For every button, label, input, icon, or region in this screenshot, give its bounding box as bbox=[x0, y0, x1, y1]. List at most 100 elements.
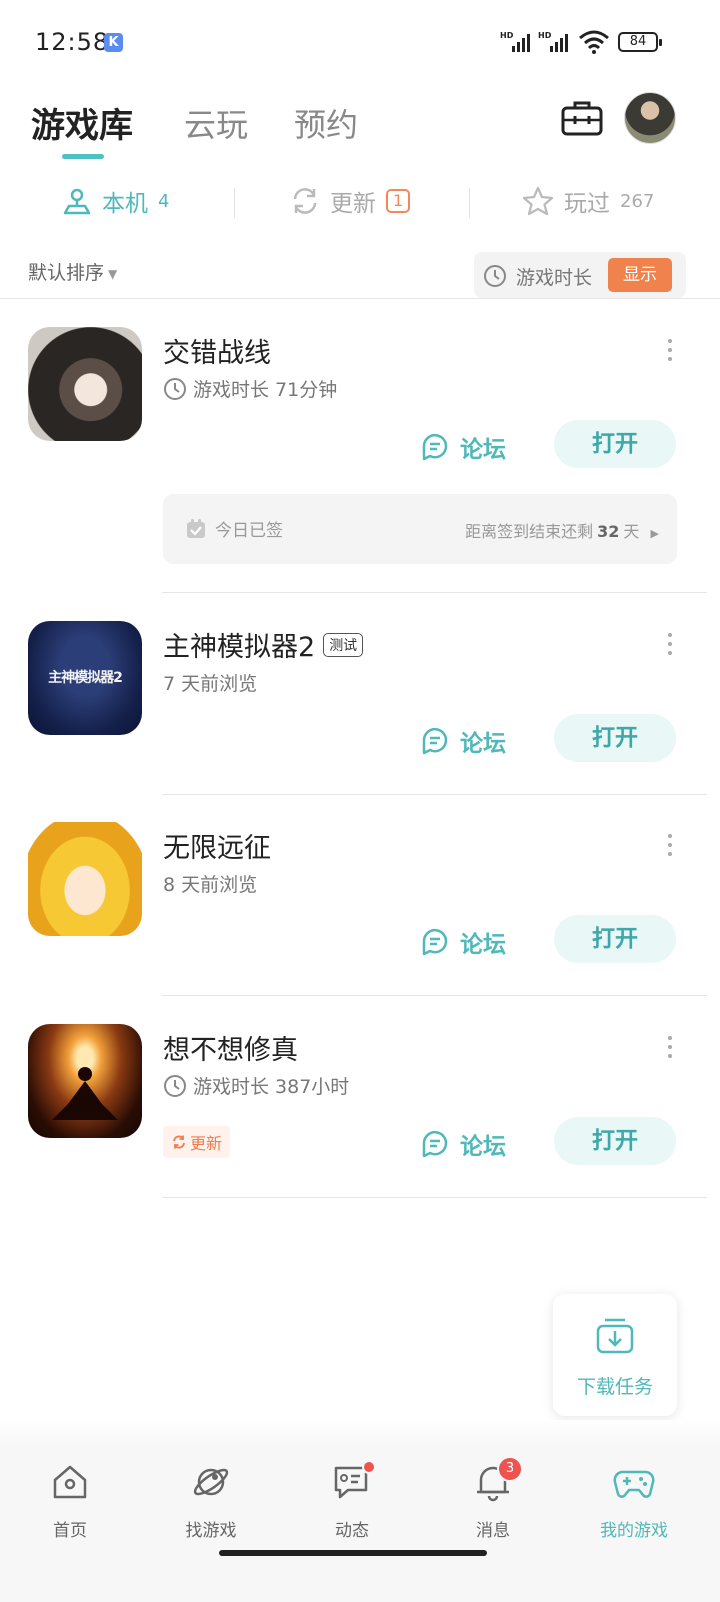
toolbox-icon[interactable] bbox=[560, 98, 604, 138]
clock-icon bbox=[164, 1074, 186, 1097]
clock-icon bbox=[484, 265, 506, 287]
forum-button[interactable]: 论坛 bbox=[420, 430, 506, 464]
download-tasks-label: 下载任务 bbox=[576, 1376, 653, 1398]
game-icon[interactable] bbox=[28, 822, 142, 936]
more-options-icon[interactable] bbox=[666, 1036, 674, 1062]
device-icon bbox=[63, 188, 91, 215]
game-last-viewed: 8 天前浏览 bbox=[163, 870, 257, 897]
download-tasks-button[interactable]: 下载任务 bbox=[553, 1294, 677, 1416]
checkin-remaining: 距离签到结束还剩 32 天 ▶ bbox=[465, 518, 659, 542]
my-games-page: 12:58 K HD HD 84 游戏库 云玩 预约 本机 4 更新 1 玩过 … bbox=[0, 0, 720, 1602]
open-button[interactable]: 打开 bbox=[554, 1117, 676, 1165]
refresh-icon bbox=[173, 1135, 185, 1149]
update-tag[interactable]: 更新 bbox=[163, 1126, 231, 1158]
game-title-text: 想不想修真 bbox=[163, 1035, 298, 1066]
chevron-right-icon: ▶ bbox=[650, 527, 659, 540]
subtab-separator bbox=[234, 188, 235, 218]
signal-icon: HD bbox=[500, 31, 530, 52]
forum-icon bbox=[422, 928, 448, 956]
game-title[interactable]: 主神模拟器2 测试 bbox=[163, 625, 364, 664]
open-button[interactable]: 打开 bbox=[554, 915, 676, 963]
checkin-banner[interactable]: 今日已签 距离签到结束还剩 32 天 ▶ bbox=[163, 494, 677, 564]
refresh-icon bbox=[293, 188, 317, 214]
home-indicator[interactable] bbox=[219, 1550, 487, 1556]
nav-home[interactable]: 首页 bbox=[10, 1462, 130, 1541]
forum-label: 论坛 bbox=[460, 731, 506, 757]
playtime-label: 游戏时长 bbox=[516, 267, 593, 289]
star-icon bbox=[522, 186, 554, 216]
forum-label: 论坛 bbox=[460, 932, 506, 958]
bottom-fade bbox=[0, 1420, 720, 1446]
divider bbox=[162, 1197, 707, 1198]
forum-label: 论坛 bbox=[460, 437, 506, 463]
divider bbox=[162, 995, 707, 996]
subtab-played[interactable]: 玩过 267 bbox=[522, 184, 654, 218]
game-title[interactable]: 想不想修真 bbox=[163, 1028, 298, 1067]
forum-icon bbox=[422, 1130, 448, 1158]
more-options-icon[interactable] bbox=[666, 339, 674, 365]
forum-button[interactable]: 论坛 bbox=[420, 724, 506, 758]
update-tag-label: 更新 bbox=[190, 1134, 223, 1153]
download-tray-icon bbox=[596, 1318, 634, 1354]
forum-label: 论坛 bbox=[460, 1134, 506, 1160]
tab-cloud-play[interactable]: 云玩 bbox=[184, 100, 248, 146]
notification-dot bbox=[362, 1460, 376, 1474]
nav-messages[interactable]: 3 消息 bbox=[433, 1456, 553, 1541]
nav-find-games[interactable]: 找游戏 bbox=[151, 1462, 271, 1541]
sort-row: 默认排序 ▼ 游戏时长 显示 bbox=[0, 252, 720, 300]
battery-indicator: 84 bbox=[618, 32, 662, 52]
game-subtitle: 7 天前浏览 bbox=[163, 673, 258, 695]
forum-button[interactable]: 论坛 bbox=[420, 925, 506, 959]
nav-messages-label: 消息 bbox=[476, 1521, 510, 1541]
forum-button[interactable]: 论坛 bbox=[420, 1127, 506, 1161]
more-options-icon[interactable] bbox=[666, 633, 674, 659]
game-title-text: 无限远征 bbox=[163, 833, 271, 864]
game-icon-text: 主神模拟器2 bbox=[48, 670, 123, 686]
game-title[interactable]: 交错战线 bbox=[163, 331, 271, 370]
divider bbox=[162, 592, 707, 593]
playtime-toggle[interactable]: 游戏时长 显示 bbox=[474, 252, 686, 298]
more-options-icon[interactable] bbox=[666, 834, 674, 860]
game-icon[interactable] bbox=[28, 1024, 142, 1138]
nav-my-games[interactable]: 我的游戏 bbox=[574, 1462, 694, 1541]
app-notification-icon: K bbox=[104, 33, 123, 52]
game-subtitle: 游戏时长 71分钟 bbox=[193, 379, 338, 401]
svg-text:HD: HD bbox=[538, 31, 552, 40]
svg-text:HD: HD bbox=[500, 31, 514, 40]
status-bar: 12:58 K HD HD 84 bbox=[0, 0, 720, 84]
game-playtime: 游戏时长 387小时 bbox=[163, 1072, 349, 1099]
subtab-separator bbox=[469, 188, 470, 218]
game-subtitle: 8 天前浏览 bbox=[163, 874, 258, 896]
game-playtime: 游戏时长 71分钟 bbox=[163, 375, 337, 402]
tab-reservation[interactable]: 预约 bbox=[294, 100, 358, 146]
sort-dropdown[interactable]: 默认排序 ▼ bbox=[28, 258, 117, 285]
home-icon bbox=[53, 1465, 87, 1499]
game-icon[interactable] bbox=[28, 327, 142, 441]
subtab-local[interactable]: 本机 4 bbox=[62, 184, 169, 218]
subtab-local-label: 本机 bbox=[102, 191, 148, 217]
meditating-figure bbox=[52, 1067, 118, 1120]
subtab-played-count: 267 bbox=[620, 190, 655, 212]
game-title-text: 主神模拟器2 bbox=[163, 632, 316, 663]
subtab-updates[interactable]: 更新 1 bbox=[290, 184, 411, 218]
bottom-nav: 首页 找游戏 动态 3 消息 我的游戏 bbox=[0, 1446, 720, 1602]
planet-icon bbox=[193, 1468, 229, 1496]
game-icon[interactable]: 主神模拟器2 bbox=[28, 621, 142, 735]
game-last-viewed: 7 天前浏览 bbox=[163, 669, 257, 696]
user-avatar[interactable] bbox=[624, 92, 676, 144]
updates-count-badge: 1 bbox=[386, 189, 411, 213]
nav-feed-label: 动态 bbox=[335, 1521, 369, 1541]
show-playtime-button[interactable]: 显示 bbox=[608, 258, 672, 292]
nav-my-games-label: 我的游戏 bbox=[600, 1521, 668, 1541]
gamepad-icon bbox=[613, 1470, 655, 1498]
game-title[interactable]: 无限远征 bbox=[163, 826, 271, 865]
open-button[interactable]: 打开 bbox=[554, 420, 676, 468]
subtab-played-label: 玩过 bbox=[564, 191, 610, 217]
test-tag: 测试 bbox=[323, 632, 364, 657]
checkin-status-text: 今日已签 bbox=[215, 521, 283, 541]
checkin-remaining-prefix: 距离签到结束还剩 bbox=[465, 522, 594, 541]
tab-game-library[interactable]: 游戏库 bbox=[31, 98, 133, 147]
nav-home-label: 首页 bbox=[53, 1521, 87, 1541]
nav-feed[interactable]: 动态 bbox=[292, 1460, 412, 1541]
open-button[interactable]: 打开 bbox=[554, 714, 676, 762]
